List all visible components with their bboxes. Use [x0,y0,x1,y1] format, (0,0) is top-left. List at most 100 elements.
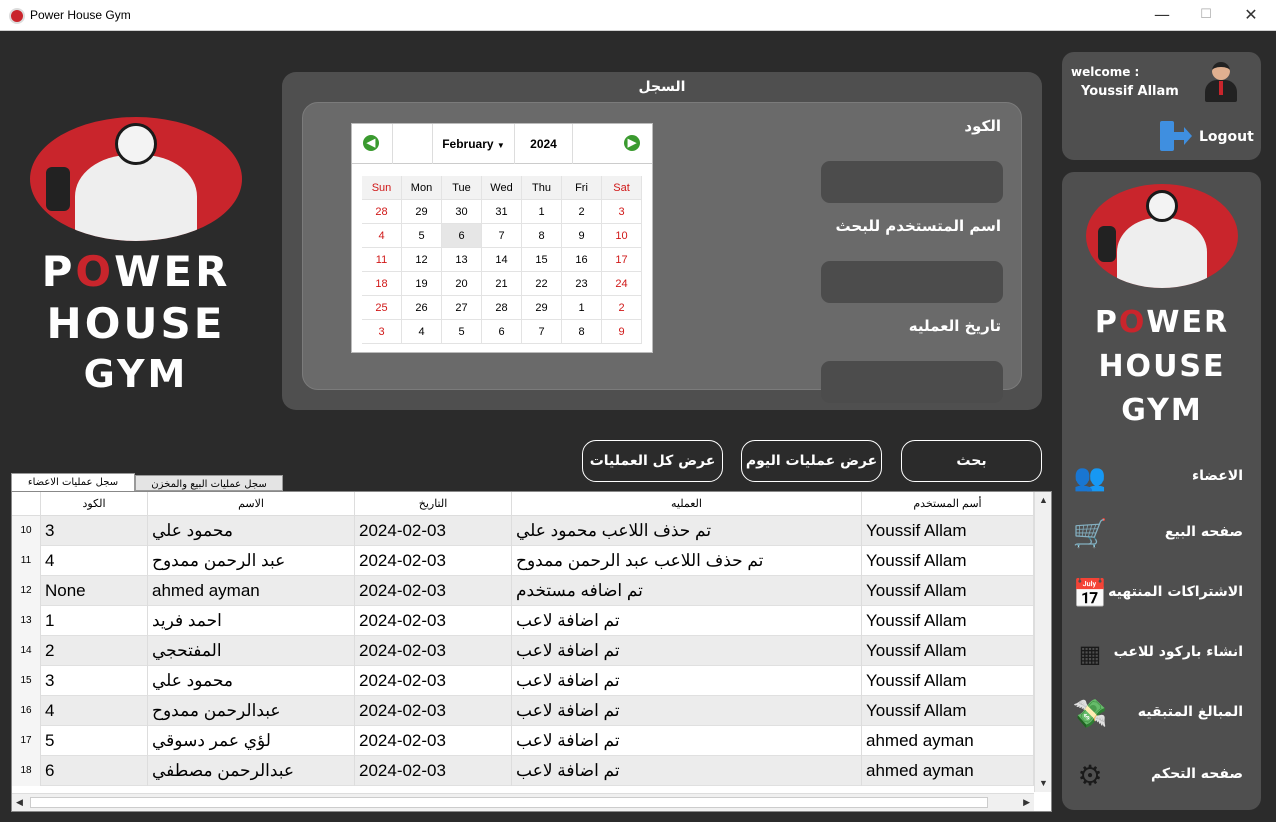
scroll-left-icon[interactable]: ◀ [16,797,23,808]
horizontal-scrollbar[interactable]: ◀ ▶ [12,793,1034,811]
table-row[interactable]: 13 1 احمد فريد 2024-02-03 تم اضافة لاعب Youss… [12,606,1034,636]
calendar-next-icon[interactable]: ▶ [624,135,640,151]
calendar-day[interactable]: 4 [362,224,402,248]
calendar-day[interactable]: 14 [482,248,522,272]
cell-code[interactable]: None [41,576,148,606]
logout-icon[interactable] [1160,121,1192,151]
calendar-day[interactable]: 5 [442,320,482,344]
header-name[interactable]: الاسم [148,492,355,516]
table-row[interactable]: 15 3 محمود علي 2024-02-03 تم اضافة لاعب Youss… [12,666,1034,696]
sidebar-item-members[interactable]: 👥 الاعضاء [1062,456,1261,500]
calendar-day[interactable]: 1 [522,200,562,224]
scroll-right-icon[interactable]: ▶ [1023,797,1030,808]
cell-code[interactable]: 3 [41,516,148,546]
username-input[interactable] [821,261,1003,303]
cell-operation[interactable]: تم اضافة لاعب [512,696,862,726]
date-calendar[interactable]: ◀ February ▼ 2024 ▶ Sun Mon Tue Wed Thu Fri Sa… [351,123,653,353]
calendar-day[interactable]: 6 [442,224,482,248]
calendar-day[interactable]: 27 [442,296,482,320]
cell-operation[interactable]: تم اضافة لاعب [512,756,862,786]
calendar-day[interactable]: 31 [482,200,522,224]
vertical-scrollbar[interactable]: ▲ ▼ [1034,492,1051,792]
cell-code[interactable]: 4 [41,696,148,726]
calendar-day[interactable]: 1 [562,296,602,320]
calendar-day[interactable]: 23 [562,272,602,296]
cell-user[interactable]: Youssif Allam [862,636,1034,666]
calendar-day[interactable]: 21 [482,272,522,296]
code-input[interactable] [821,161,1003,203]
cell-operation[interactable]: تم اضافه مستخدم [512,576,862,606]
cell-name[interactable]: عبد الرحمن ممدوح [148,546,355,576]
sidebar-item-sales[interactable]: 🛒 صفحه البيع [1062,512,1261,556]
cell-user[interactable]: Youssif Allam [862,606,1034,636]
calendar-day[interactable]: 9 [562,224,602,248]
header-date[interactable]: التاريخ [355,492,512,516]
cell-code[interactable]: 1 [41,606,148,636]
calendar-day[interactable]: 26 [402,296,442,320]
tab-sales-log[interactable]: سجل عمليات البيع والمخزن [135,475,283,491]
cell-date[interactable]: 2024-02-03 [355,726,512,756]
cell-operation[interactable]: تم اضافة لاعب [512,636,862,666]
show-today-operations-button[interactable]: عرض عمليات اليوم [741,440,882,482]
sidebar-item-barcode[interactable]: ▦ انشاء باركود للاعب [1062,632,1261,676]
cell-date[interactable]: 2024-02-03 [355,696,512,726]
minimize-button[interactable]: — [1139,0,1185,31]
vertical-scroll-thumb[interactable] [1038,526,1048,746]
calendar-day[interactable]: 4 [402,320,442,344]
calendar-day[interactable]: 9 [602,320,642,344]
tab-members-log[interactable]: سجل عمليات الاعضاء [11,473,135,492]
calendar-day[interactable]: 5 [402,224,442,248]
cell-date[interactable]: 2024-02-03 [355,636,512,666]
cell-user[interactable]: Youssif Allam [862,696,1034,726]
calendar-day[interactable]: 3 [602,200,642,224]
table-row[interactable]: 17 5 لؤي عمر دسوقي 2024-02-03 تم اضافة لاعب a… [12,726,1034,756]
calendar-day[interactable]: 30 [442,200,482,224]
calendar-day[interactable]: 18 [362,272,402,296]
calendar-day[interactable]: 6 [482,320,522,344]
show-all-operations-button[interactable]: عرض كل العمليات [582,440,723,482]
table-row[interactable]: 12 None ahmed ayman 2024-02-03 تم اضافه مستخ… [12,576,1034,606]
calendar-day[interactable]: 13 [442,248,482,272]
cell-date[interactable]: 2024-02-03 [355,666,512,696]
cell-operation[interactable]: تم اضافة لاعب [512,726,862,756]
scroll-up-icon[interactable]: ▲ [1039,495,1048,505]
cell-operation[interactable]: تم اضافة لاعب [512,666,862,696]
calendar-day[interactable]: 12 [402,248,442,272]
header-user[interactable]: أسم المستخدم [862,492,1034,516]
cell-user[interactable]: Youssif Allam [862,666,1034,696]
cell-code[interactable]: 6 [41,756,148,786]
cell-name[interactable]: عبدالرحمن مصطفي [148,756,355,786]
header-code[interactable]: الكود [41,492,148,516]
cell-date[interactable]: 2024-02-03 [355,546,512,576]
calendar-day[interactable]: 15 [522,248,562,272]
cell-user[interactable]: ahmed ayman [862,756,1034,786]
table-row[interactable]: 11 4 عبد الرحمن ممدوح 2024-02-03 تم حذف اللا… [12,546,1034,576]
table-row[interactable]: 18 6 عبدالرحمن مصطفي 2024-02-03 تم اضافة لاع… [12,756,1034,786]
calendar-day[interactable]: 28 [362,200,402,224]
cell-name[interactable]: لؤي عمر دسوقي [148,726,355,756]
cell-name[interactable]: احمد فريد [148,606,355,636]
cell-date[interactable]: 2024-02-03 [355,516,512,546]
calendar-day[interactable]: 7 [482,224,522,248]
table-row[interactable]: 16 4 عبدالرحمن ممدوح 2024-02-03 تم اضافة لاع… [12,696,1034,726]
calendar-prev-icon[interactable]: ◀ [363,135,379,151]
cell-operation[interactable]: تم حذف اللاعب محمود علي [512,516,862,546]
calendar-day[interactable]: 17 [602,248,642,272]
cell-operation[interactable]: تم اضافة لاعب [512,606,862,636]
cell-operation[interactable]: تم حذف اللاعب عبد الرحمن ممدوح [512,546,862,576]
cell-date[interactable]: 2024-02-03 [355,576,512,606]
calendar-day[interactable]: 20 [442,272,482,296]
calendar-day[interactable]: 29 [522,296,562,320]
cell-user[interactable]: Youssif Allam [862,546,1034,576]
calendar-day[interactable]: 24 [602,272,642,296]
calendar-day[interactable]: 25 [362,296,402,320]
calendar-day[interactable]: 2 [602,296,642,320]
cell-name[interactable]: عبدالرحمن ممدوح [148,696,355,726]
calendar-day[interactable]: 7 [522,320,562,344]
maximize-button[interactable]: ☐ [1183,0,1229,31]
calendar-day[interactable]: 28 [482,296,522,320]
calendar-day[interactable]: 8 [562,320,602,344]
cell-date[interactable]: 2024-02-03 [355,756,512,786]
calendar-day[interactable]: 22 [522,272,562,296]
horizontal-scroll-thumb[interactable] [30,797,988,808]
